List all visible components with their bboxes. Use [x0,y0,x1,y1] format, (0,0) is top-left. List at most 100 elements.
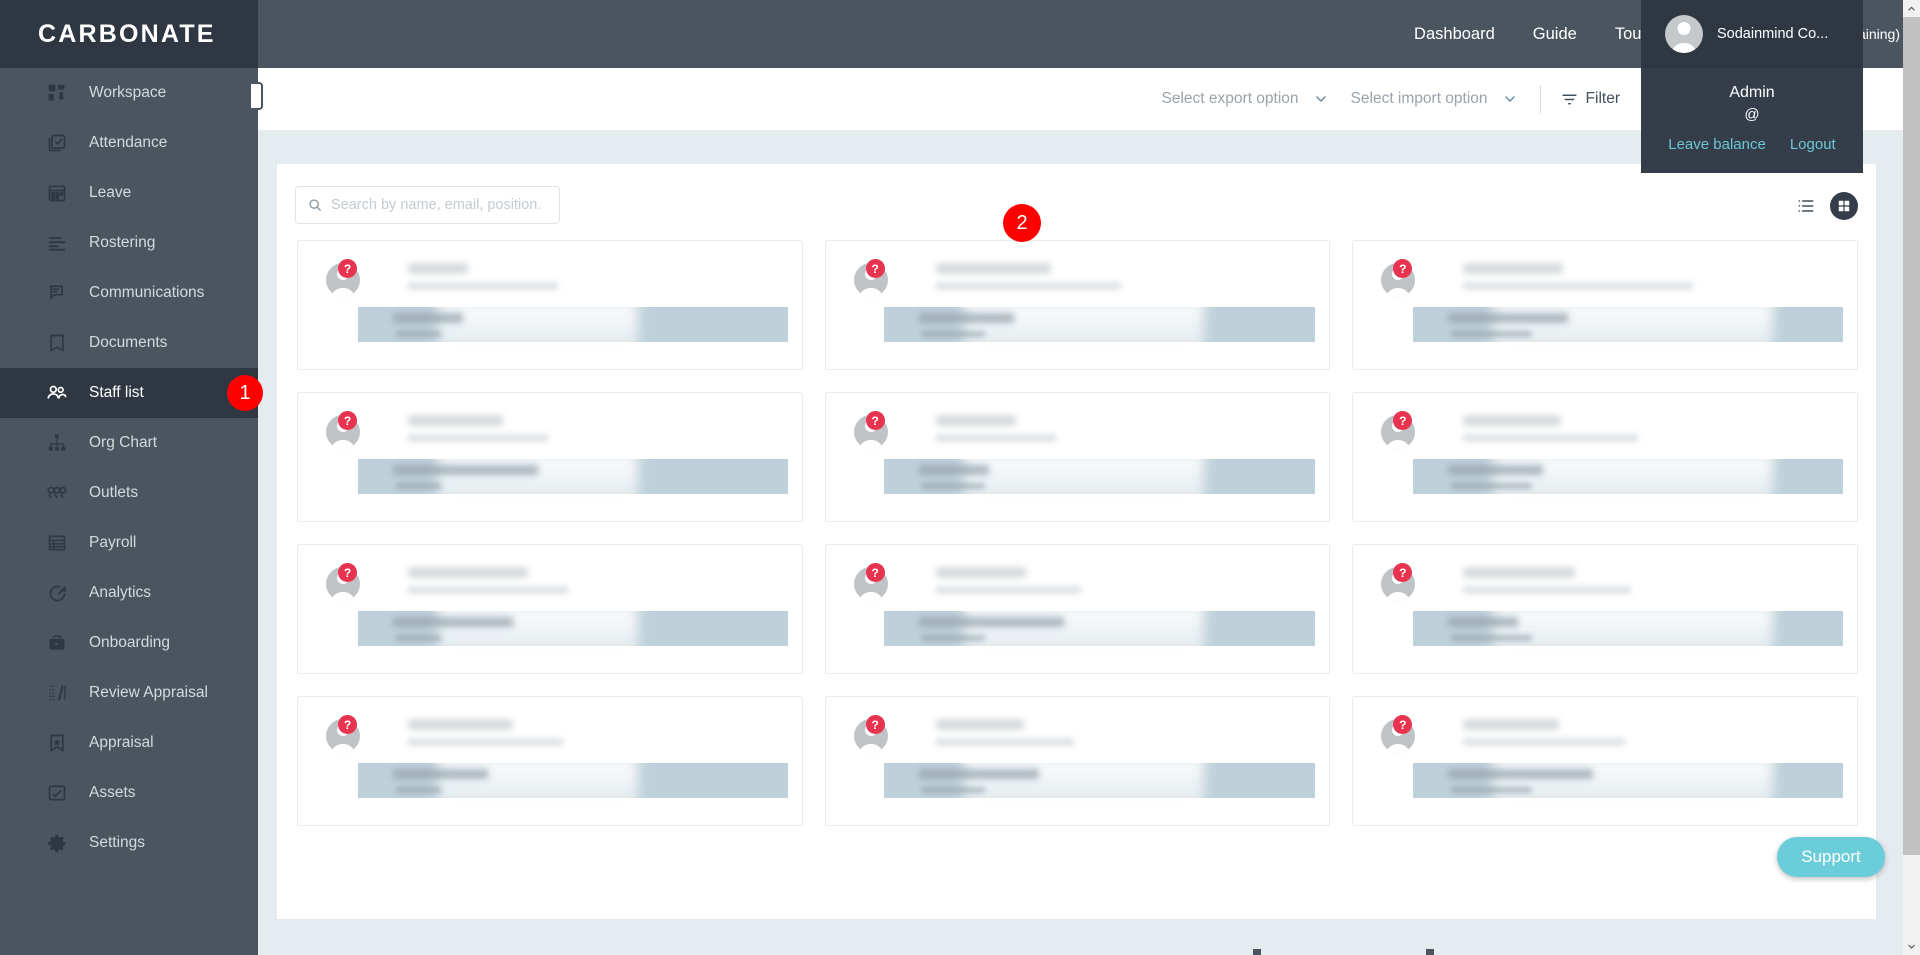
staff-card[interactable]: ? [297,544,803,674]
export-option-label: Select export option [1161,90,1299,107]
staff-position-redacted [408,434,548,442]
sidebar-item-workspace[interactable]: Workspace [0,68,258,118]
browser-scrollbar[interactable] [1903,0,1920,955]
filter-icon [1561,91,1578,108]
org-chart-icon [45,431,69,455]
calendar-icon [45,181,69,205]
staff-card[interactable]: ? [824,544,1331,674]
sidebar: CARBONATE Workspace Attendance Leave Roster… [0,0,258,955]
staff-card[interactable]: ? [824,240,1331,370]
leave-balance-link[interactable]: Leave balance [1668,136,1766,153]
status-badge[interactable]: ? [338,563,357,582]
sidebar-item-settings[interactable]: Settings [0,818,258,868]
attendance-icon [45,131,69,155]
status-badge[interactable]: ? [865,715,885,734]
staff-card[interactable]: ? [1352,240,1858,370]
rostering-icon [45,231,69,255]
status-badge[interactable]: ? [338,259,357,278]
staff-card[interactable]: ? [1352,544,1858,674]
sidebar-item-attendance[interactable]: Attendance [0,118,258,168]
chat-icon [45,281,69,305]
header-link-dashboard[interactable]: Dashboard [1414,25,1495,44]
list-view-icon[interactable] [1796,196,1816,216]
user-role: Admin [1729,84,1775,101]
annotation-badge-2: 2 [1003,204,1041,242]
import-option-label: Select import option [1350,90,1488,107]
staff-name-redacted [408,567,528,578]
status-badge[interactable]: ? [865,411,885,430]
staff-detail-redacted [393,617,513,627]
sidebar-item-label: Rostering [89,234,156,251]
sidebar-item-appraisal[interactable]: Appraisal [0,718,258,768]
staff-card[interactable]: ? [824,696,1331,826]
import-option-select[interactable]: Select import option [1351,90,1518,108]
export-option-select[interactable]: Select export option [1162,90,1329,108]
sidebar-item-label: Settings [89,834,146,851]
status-badge[interactable]: ? [338,411,357,430]
sidebar-item-staff-list[interactable]: Staff list [0,368,258,418]
status-badge[interactable]: ? [865,259,885,278]
staff-card[interactable]: ? [297,240,803,370]
chevron-down-icon[interactable] [1903,938,1920,955]
grid-view-icon[interactable] [1830,192,1858,220]
sidebar-item-org-chart[interactable]: Org Chart [0,418,258,468]
staff-subdetail-redacted [921,787,985,793]
staff-list-panel: ???????????? [276,163,1877,920]
support-button[interactable]: Support [1777,837,1885,877]
chevron-up-icon[interactable] [1903,0,1920,17]
staff-detail-redacted [918,617,1064,627]
staff-subdetail-redacted [921,635,985,641]
status-badge[interactable]: ? [338,715,357,734]
briefcase-icon [45,631,69,655]
sidebar-item-assets[interactable]: Assets [0,768,258,818]
staff-card[interactable]: ? [1352,392,1858,522]
toolbar-divider [1539,85,1541,113]
sidebar-item-leave[interactable]: Leave [0,168,258,218]
filter-label: Filter [1585,90,1620,107]
sidebar-item-label: Communications [89,284,205,301]
sidebar-item-rostering[interactable]: Rostering [0,218,258,268]
staff-name-redacted [935,415,1016,426]
sidebar-item-communications[interactable]: Communications [0,268,258,318]
filter-button[interactable]: Filter [1561,90,1620,108]
staff-subdetail-redacted [396,331,441,337]
sidebar-collapse-handle[interactable] [251,82,263,110]
staff-subdetail-redacted [1451,635,1533,641]
content-area: ???????????? [258,130,1920,955]
header-link-guide[interactable]: Guide [1533,25,1577,44]
search-input[interactable] [331,197,547,213]
staff-card[interactable]: ? [297,696,803,826]
sidebar-item-payroll[interactable]: Payroll [0,518,258,568]
staff-card[interactable]: ? [1352,696,1858,826]
sidebar-item-onboarding[interactable]: Onboarding [0,618,258,668]
staff-detail-redacted [393,313,463,323]
staff-detail-redacted [1448,617,1519,627]
sidebar-item-analytics[interactable]: Analytics [0,568,258,618]
sidebar-item-review-appraisal[interactable]: Review Appraisal [0,668,258,718]
scrollbar-thumb[interactable] [1903,17,1920,855]
user-menu-trigger[interactable]: Sodainmind Co... [1641,0,1863,68]
sidebar-item-documents[interactable]: Documents [0,318,258,368]
people-icon [45,381,69,405]
sidebar-item-label: Leave [89,184,132,201]
staff-name-redacted [935,567,1026,578]
view-toggle-group [1796,192,1858,220]
gear-icon [45,831,69,855]
staff-position-redacted [935,282,1121,290]
status-badge[interactable]: ? [865,563,885,582]
brand-logo[interactable]: CARBONATE [0,0,258,68]
staff-position-redacted [408,586,568,594]
sidebar-item-label: Workspace [89,84,167,101]
staff-card[interactable]: ? [297,392,803,522]
sidebar-item-label: Payroll [89,534,137,551]
logout-link[interactable]: Logout [1790,136,1836,153]
sidebar-item-outlets[interactable]: Outlets [0,468,258,518]
staff-position-redacted [935,738,1074,746]
staff-name-redacted [935,719,1024,730]
band-highlight [438,757,638,805]
band-highlight [963,453,1204,501]
staff-detail-redacted [918,769,1039,779]
brand-name: CARBONATE [38,19,216,48]
staff-card[interactable]: ? [824,392,1331,522]
search-box[interactable] [295,186,560,224]
